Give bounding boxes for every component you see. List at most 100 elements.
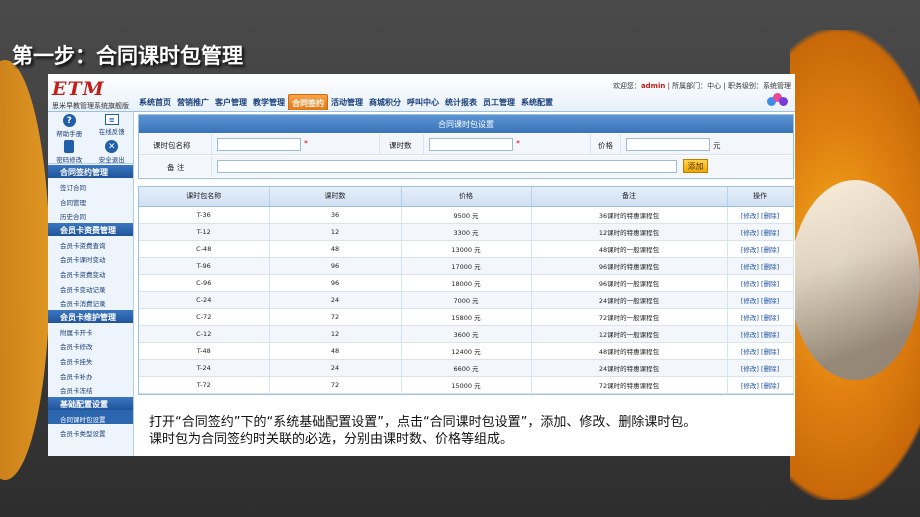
nav-item[interactable]: 呼叫中心 xyxy=(404,94,442,110)
slide-caption: 打开“合同签约”下的“系统基础配置设置”，点击“合同课时包设置”，添加、修改、删… xyxy=(143,397,795,456)
nav-item[interactable]: 活动管理 xyxy=(328,94,366,110)
slide-title: 第一步：合同课时包管理 xyxy=(12,44,243,68)
hours-required-mark: * xyxy=(516,139,520,148)
quick-action-button[interactable]: ✕ 安全退出 xyxy=(91,138,134,164)
table-cell: 36课时的特惠课程包 xyxy=(531,206,728,224)
table-cell: 12课时的一般课程包 xyxy=(531,325,728,343)
sidebar-section-header[interactable]: 会员卡维护管理 xyxy=(48,309,133,323)
table-cell: 3600 元 xyxy=(401,325,532,343)
table-row: C-72 72 15800 元 72课时的一般课程包 [修改] [删除] xyxy=(139,308,794,326)
row-actions[interactable]: [修改] [删除] xyxy=(727,223,794,241)
help-icon: ? xyxy=(62,114,76,127)
sidebar-item[interactable]: 会员卡类型设置 xyxy=(48,424,133,439)
sidebar-item[interactable]: 历史合同 xyxy=(48,207,133,222)
sidebar-section-header[interactable]: 合同签约管理 xyxy=(48,165,133,178)
nav-item[interactable]: 营销推广 xyxy=(174,94,212,110)
column-header: 备注 xyxy=(531,187,728,207)
row-actions[interactable]: [修改] [删除] xyxy=(727,342,794,360)
table-row: C-24 24 7000 元 24课时的一般课程包 [修改] [删除] xyxy=(139,291,794,309)
table-cell: T-48 xyxy=(139,342,270,360)
table-row: T-36 36 9500 元 36课时的特惠课程包 [修改] [删除] xyxy=(139,206,794,224)
sidebar-item[interactable]: 合同课时包设置 xyxy=(48,409,133,425)
nav-item[interactable]: 员工管理 xyxy=(480,94,518,110)
table-row: T-48 48 12400 元 48课时的特惠课程包 [修改] [删除] xyxy=(139,342,794,360)
sidebar-item[interactable]: 会员卡修改 xyxy=(48,337,133,352)
table-cell: 96课时的一般课程包 xyxy=(531,274,728,292)
row-actions[interactable]: [修改] [删除] xyxy=(727,257,794,275)
sidebar-section-header[interactable]: 基础配置设置 xyxy=(48,396,133,410)
add-button[interactable]: 添加 xyxy=(683,159,708,173)
row-actions[interactable]: [修改] [删除] xyxy=(727,206,794,224)
table-cell: 96 xyxy=(269,257,402,275)
hours-input[interactable] xyxy=(429,138,513,151)
feedback-icon: ≡ xyxy=(104,114,119,125)
nav-item[interactable]: 商城积分 xyxy=(366,94,404,110)
sidebar: ? 帮助手册 ≡ 在线反馈 密码修改 ✕ 安全退出 合同签约管理 签订合同 合同管理 历史合同 会员… xyxy=(48,112,134,456)
table-cell: 3300 元 xyxy=(401,223,532,241)
row-actions[interactable]: [修改] [删除] xyxy=(727,359,794,377)
quick-action-button[interactable]: ? 帮助手册 xyxy=(48,112,91,138)
nav-item[interactable]: 统计报表 xyxy=(442,94,480,110)
nav-item[interactable]: 合同签约 xyxy=(288,94,328,110)
table-cell: T-12 xyxy=(139,223,270,241)
sidebar-item[interactable]: 会员卡冻结 xyxy=(48,381,133,396)
table-cell: 12课时的特惠课程包 xyxy=(531,223,728,241)
app-logo[interactable]: ETM xyxy=(52,78,105,100)
remark-label: 备 注 xyxy=(167,163,185,172)
table-cell: 24 xyxy=(269,359,402,377)
table-cell: 13000 元 xyxy=(401,240,532,258)
row-actions[interactable]: [修改] [删除] xyxy=(727,291,794,309)
table-cell: 48课时的一般课程包 xyxy=(531,240,728,258)
table-row: T-96 96 17000 元 96课时的特惠课程包 [修改] [删除] xyxy=(139,257,794,275)
sidebar-item[interactable]: 会员卡消费记录 xyxy=(48,294,133,309)
row-actions[interactable]: [修改] [删除] xyxy=(727,325,794,343)
name-label: 课时包名称 xyxy=(153,141,191,150)
quick-action-label: 密码修改 xyxy=(56,156,83,164)
sidebar-section-header[interactable]: 会员卡资费管理 xyxy=(48,222,133,236)
table-row: T-12 12 3300 元 12课时的特惠课程包 [修改] [删除] xyxy=(139,223,794,241)
decorative-balls-icon xyxy=(767,93,789,107)
table-row: T-72 72 15000 元 72课时的特惠课程包 [修改] [删除] xyxy=(139,376,794,394)
quick-action-button[interactable]: 密码修改 xyxy=(48,138,91,164)
row-actions[interactable]: [修改] [删除] xyxy=(727,308,794,326)
sidebar-item[interactable]: 会员卡资费查询 xyxy=(48,236,133,251)
table-cell: 12 xyxy=(269,223,402,241)
nav-item[interactable]: 教学管理 xyxy=(250,94,288,110)
sidebar-item[interactable]: 附属卡开卡 xyxy=(48,323,133,338)
table-cell: 24 xyxy=(269,291,402,309)
table-header-row: 课时包名称 课时数 价格 备注 操作 xyxy=(139,187,794,207)
table-row: C-96 96 18000 元 96课时的一般课程包 [修改] [删除] xyxy=(139,274,794,292)
sidebar-item[interactable]: 会员卡挂失 xyxy=(48,352,133,367)
table-cell: 96课时的特惠课程包 xyxy=(531,257,728,275)
package-name-input[interactable] xyxy=(217,138,301,151)
row-actions[interactable]: [修改] [删除] xyxy=(727,376,794,394)
table-cell: T-36 xyxy=(139,206,270,224)
table-cell: 96 xyxy=(269,274,402,292)
remark-input[interactable] xyxy=(217,160,677,173)
nav-item[interactable]: 客户管理 xyxy=(212,94,250,110)
sidebar-item[interactable]: 合同管理 xyxy=(48,193,133,208)
table-cell: 72课时的一般课程包 xyxy=(531,308,728,326)
table-cell: 15800 元 xyxy=(401,308,532,326)
table-cell: T-72 xyxy=(139,376,270,394)
price-label: 价格 xyxy=(598,141,613,150)
sidebar-nav: 合同签约管理 签订合同 合同管理 历史合同 会员卡资费管理 会员卡资费查询 会员卡课时变动会… xyxy=(48,165,133,439)
table-cell: 24课时的一般课程包 xyxy=(531,291,728,309)
price-input[interactable] xyxy=(626,138,710,151)
row-actions[interactable]: [修改] [删除] xyxy=(727,274,794,292)
table-cell: 72 xyxy=(269,376,402,394)
dept-info: | 所属部门：中心 | 职务级别：系统管理 xyxy=(667,82,791,90)
sidebar-item[interactable]: 签订合同 xyxy=(48,178,133,193)
nav-item[interactable]: 系统首页 xyxy=(136,94,174,110)
sidebar-item[interactable]: 会员卡课时变动 xyxy=(48,250,133,265)
table-cell: 24课时的特惠课程包 xyxy=(531,359,728,377)
sidebar-item[interactable]: 会员卡变动记录 xyxy=(48,280,133,295)
name-required-mark: * xyxy=(304,139,308,148)
row-actions[interactable]: [修改] [删除] xyxy=(727,240,794,258)
sidebar-item[interactable]: 会员卡补办 xyxy=(48,367,133,382)
nav-item[interactable]: 系统配置 xyxy=(518,94,556,110)
column-header: 课时数 xyxy=(269,187,402,207)
table-cell: 18000 元 xyxy=(401,274,532,292)
sidebar-item[interactable]: 会员卡资费变动 xyxy=(48,265,133,280)
quick-action-button[interactable]: ≡ 在线反馈 xyxy=(91,112,134,138)
